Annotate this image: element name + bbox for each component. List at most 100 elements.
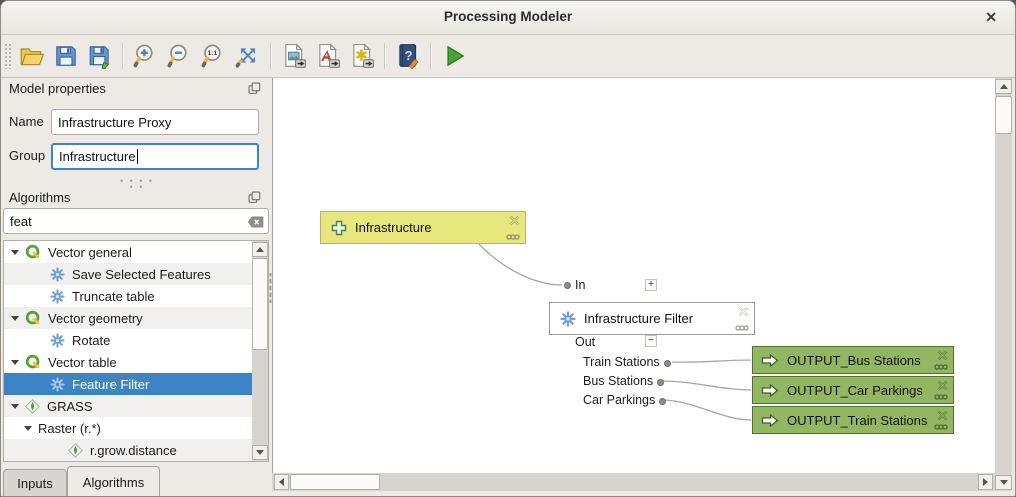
group-field[interactable]: Infrastructure — [51, 143, 259, 170]
float-panel-icon[interactable] — [248, 191, 261, 209]
algorithm-node[interactable]: Infrastructure Filter — [549, 302, 755, 335]
tab-inputs[interactable]: Inputs — [3, 469, 67, 497]
horizontal-scrollbar-thumb[interactable] — [290, 474, 380, 490]
out-port-dot[interactable] — [659, 398, 666, 405]
remove-node-icon[interactable] — [937, 410, 948, 421]
zoom-full-icon — [235, 43, 261, 69]
output-node-car-parkings[interactable]: OUTPUT_Car Parkings — [752, 376, 954, 404]
out-port-dot[interactable] — [657, 379, 664, 386]
save-model-button[interactable] — [50, 40, 82, 72]
links-expand-icon[interactable] — [735, 325, 749, 331]
gear-icon — [50, 267, 65, 282]
zoom-full-button[interactable] — [232, 40, 264, 72]
scroll-down-button[interactable] — [252, 445, 268, 460]
in-port-dot[interactable] — [564, 282, 571, 289]
remove-node-icon[interactable] — [738, 306, 749, 317]
vertical-scrollbar-thumb[interactable] — [995, 96, 1012, 134]
tree-item-vector-general[interactable]: Vector general — [4, 241, 261, 263]
export-as-pdf-button[interactable] — [312, 40, 344, 72]
chevron-down-icon[interactable] — [11, 360, 19, 365]
toolbar-grip-handle[interactable] — [4, 43, 11, 69]
scroll-left-button[interactable] — [274, 474, 289, 490]
canvas-horizontal-scrollbar[interactable] — [272, 473, 995, 491]
scroll-up-button[interactable] — [252, 242, 268, 257]
export-as-image-button[interactable] — [278, 40, 310, 72]
canvas-vertical-scrollbar[interactable] — [995, 78, 1012, 491]
remove-node-icon[interactable] — [937, 380, 948, 391]
tab-label: Inputs — [17, 476, 52, 491]
node-title: OUTPUT_Bus Stations — [787, 353, 921, 368]
tree-item-r-grow-distance[interactable]: r.grow.distance — [4, 439, 269, 461]
remove-node-icon[interactable] — [509, 215, 520, 226]
links-expand-icon[interactable] — [506, 234, 520, 240]
collapse-outputs-toggle[interactable]: − — [645, 335, 657, 347]
folder-open-icon — [19, 43, 45, 69]
zoom-actual-size-button[interactable]: 1:1 — [198, 40, 230, 72]
tree-item-truncate-table[interactable]: Truncate table — [4, 285, 269, 307]
help-button[interactable]: ? — [392, 40, 424, 72]
links-expand-icon[interactable] — [934, 394, 948, 400]
gear-icon — [50, 333, 65, 348]
close-button[interactable]: ✕ — [985, 8, 997, 26]
panel-splitter-handle[interactable]: • • • • • • — [119, 178, 155, 190]
chevron-down-icon[interactable] — [11, 250, 19, 255]
triangle-right-icon — [983, 478, 988, 486]
triangle-left-icon — [279, 478, 284, 486]
links-expand-icon[interactable] — [934, 364, 948, 370]
model-canvas[interactable]: Infrastructure In + Infrastructure Filte… — [272, 78, 995, 473]
save-as-icon — [87, 43, 113, 69]
output-node-train-stations[interactable]: OUTPUT_Train Stations — [752, 406, 954, 434]
tree-item-save-selected-features[interactable]: Save Selected Features — [4, 263, 269, 285]
scroll-down-button[interactable] — [995, 475, 1012, 490]
name-field[interactable] — [51, 109, 259, 135]
scroll-right-button[interactable] — [978, 474, 993, 490]
output-arrow-icon — [761, 384, 779, 397]
expand-inputs-toggle[interactable]: + — [645, 279, 657, 291]
algorithms-title: Algorithms — [9, 190, 70, 205]
out-port-dot[interactable] — [664, 360, 671, 367]
titlebar[interactable]: Processing Modeler ✕ — [1, 1, 1015, 35]
links-expand-icon[interactable] — [934, 424, 948, 430]
tree-item-grass[interactable]: GRASS — [4, 395, 261, 417]
export-svg-icon — [349, 43, 375, 69]
scroll-up-button[interactable] — [995, 79, 1012, 94]
model-input-node[interactable]: Infrastructure — [320, 211, 526, 244]
tree-item-label: Vector geometry — [48, 311, 143, 326]
output-arrow-icon — [761, 354, 779, 367]
connector-input-to-algorithm — [479, 244, 562, 285]
save-model-as-button[interactable] — [84, 40, 116, 72]
tree-item-vector-geometry[interactable]: Vector geometry — [4, 307, 261, 329]
output-node-bus-stations[interactable]: OUTPUT_Bus Stations — [752, 346, 954, 374]
help-icon: ? — [395, 43, 421, 69]
out-section-label: Out — [575, 334, 595, 350]
search-input[interactable] — [3, 208, 269, 234]
float-panel-icon[interactable] — [248, 82, 261, 100]
out-link-bus-stations: Bus Stations — [583, 373, 664, 389]
tree-item-vector-table[interactable]: Vector table — [4, 351, 261, 373]
tree-item-raster-group[interactable]: Raster (r.*) — [4, 417, 269, 439]
tree-item-rotate[interactable]: Rotate — [4, 329, 269, 351]
zoom-in-button[interactable] — [130, 40, 162, 72]
clear-search-icon[interactable] — [247, 215, 264, 233]
export-as-svg-button[interactable] — [346, 40, 378, 72]
remove-node-icon[interactable] — [937, 350, 948, 361]
text-caret — [137, 149, 138, 164]
algorithm-search — [3, 208, 269, 234]
zoom-out-button[interactable] — [164, 40, 196, 72]
toolbar-separator — [384, 43, 386, 69]
toolbar-separator — [270, 43, 272, 69]
tree-item-label: Vector table — [48, 355, 117, 370]
algorithms-tree: Vector general Save Selected Features Tr… — [3, 240, 269, 462]
tree-item-feature-filter[interactable]: Feature Filter — [4, 373, 269, 395]
tab-algorithms[interactable]: Algorithms — [67, 466, 160, 497]
chevron-down-icon[interactable] — [24, 426, 32, 431]
chevron-down-icon[interactable] — [11, 316, 19, 321]
open-model-button[interactable] — [16, 40, 48, 72]
triangle-down-icon — [1000, 480, 1008, 485]
window-title: Processing Modeler — [444, 9, 572, 24]
chevron-down-icon[interactable] — [11, 404, 19, 409]
run-model-button[interactable] — [438, 40, 470, 72]
zoom-in-icon — [133, 43, 159, 69]
tree-scrollbar-thumb[interactable] — [252, 258, 268, 350]
tree-item-label: Raster (r.*) — [38, 421, 101, 436]
